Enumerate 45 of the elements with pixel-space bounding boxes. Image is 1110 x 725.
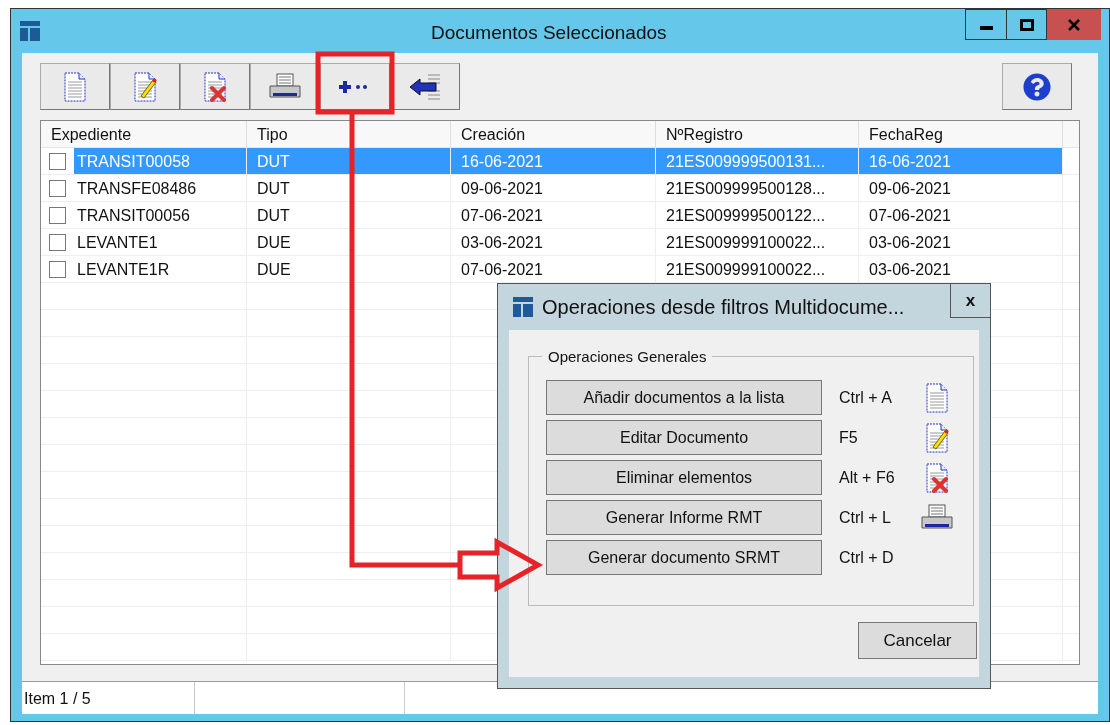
shortcut-text: F5 bbox=[839, 427, 859, 448]
table-cell-text: DUE bbox=[256, 260, 292, 280]
table-cell: 21ES009999500131... bbox=[656, 148, 858, 174]
operation-button[interactable]: Eliminar elementos bbox=[546, 460, 822, 495]
table-cell: TRANSIT00058 bbox=[74, 148, 246, 174]
column-header[interactable]: Expediente bbox=[41, 121, 247, 147]
operation-button[interactable]: Generar Informe RMT bbox=[546, 500, 822, 535]
cancel-button[interactable]: Cancelar bbox=[858, 622, 977, 659]
column-header[interactable]: FechaReg bbox=[859, 121, 1063, 147]
column-header[interactable]: Tipo bbox=[247, 121, 451, 147]
column-header[interactable]: Creación bbox=[451, 121, 656, 147]
dialog-close-button[interactable]: x bbox=[950, 284, 990, 318]
operation-button[interactable]: Generar documento SRMT bbox=[546, 540, 822, 575]
table-cell-text: 21ES009999500128... bbox=[665, 179, 827, 199]
operation-button[interactable]: Editar Documento bbox=[546, 420, 822, 455]
table-cell-text: 21ES009999100022... bbox=[665, 260, 827, 280]
operation-button[interactable]: Añadir documentos a la lista bbox=[546, 380, 822, 415]
status-text: Item 1 / 5 bbox=[22, 682, 195, 714]
table-cell-text: LEVANTE1 bbox=[76, 233, 159, 253]
table-cell: 16-06-2021 bbox=[451, 148, 655, 174]
table-cell-text: 07-06-2021 bbox=[460, 260, 544, 280]
table-cell-text: 03-06-2021 bbox=[460, 233, 544, 253]
table-cell-text: DUT bbox=[256, 206, 291, 226]
column-header[interactable]: NºRegistro bbox=[656, 121, 859, 147]
table-cell-text: 21ES009999500122... bbox=[665, 206, 827, 226]
shortcut-text: Ctrl + D bbox=[839, 547, 895, 568]
table-cell-text: 09-06-2021 bbox=[868, 179, 952, 199]
table-cell-text: DUT bbox=[256, 179, 291, 199]
shortcut-text: Alt + F6 bbox=[839, 467, 896, 488]
table-cell: 16-06-2021 bbox=[859, 148, 1062, 174]
table-cell-text: 07-06-2021 bbox=[460, 206, 544, 226]
table-cell-text: TRANSIT00056 bbox=[76, 206, 191, 226]
dialog-title: Operaciones desde filtros Multidocume... bbox=[542, 295, 905, 320]
window-title: Documentos Seleccionados bbox=[431, 21, 667, 45]
table-cell-text: TRANSFE08486 bbox=[76, 179, 198, 199]
shortcut-text: Ctrl + L bbox=[839, 507, 892, 528]
table-cell-text: 03-06-2021 bbox=[868, 260, 952, 280]
table-cell-text: 03-06-2021 bbox=[868, 233, 952, 253]
table-cell-text: 07-06-2021 bbox=[868, 206, 952, 226]
table-cell: DUT bbox=[247, 148, 450, 174]
table-cell-text: DUE bbox=[256, 233, 292, 253]
table-cell-text: 21ES009999100022... bbox=[665, 233, 827, 253]
table-cell-text: LEVANTE1R bbox=[76, 260, 171, 280]
table-cell-text: 09-06-2021 bbox=[460, 179, 544, 199]
shortcut-text: Ctrl + A bbox=[839, 387, 893, 408]
